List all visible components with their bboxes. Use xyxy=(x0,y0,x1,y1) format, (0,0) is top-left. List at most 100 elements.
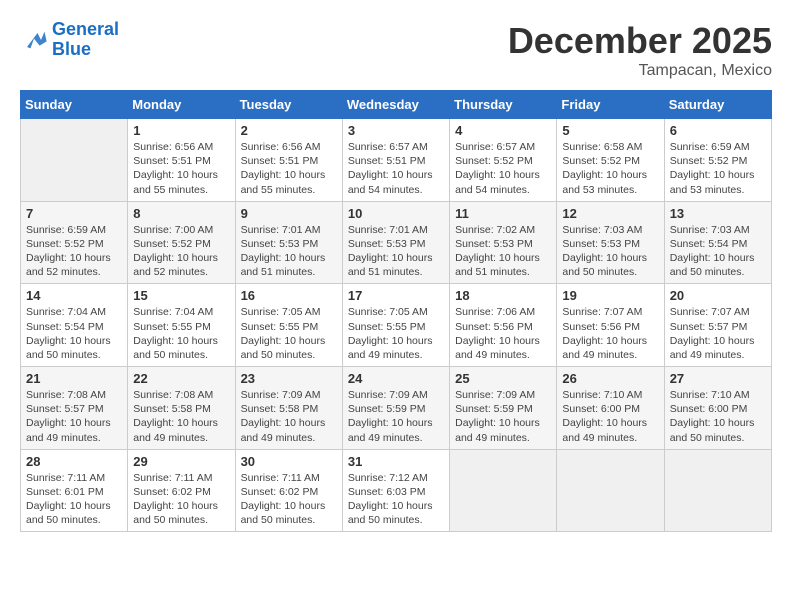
day-number: 8 xyxy=(133,206,229,221)
day-info: Sunrise: 7:05 AMSunset: 5:55 PMDaylight:… xyxy=(241,305,337,362)
day-number: 28 xyxy=(26,454,122,469)
day-number: 13 xyxy=(670,206,766,221)
day-number: 23 xyxy=(241,371,337,386)
logo-text: General Blue xyxy=(52,20,119,60)
day-number: 10 xyxy=(348,206,444,221)
day-info: Sunrise: 7:07 AMSunset: 5:57 PMDaylight:… xyxy=(670,305,766,362)
day-info: Sunrise: 7:12 AMSunset: 6:03 PMDaylight:… xyxy=(348,471,444,528)
day-info: Sunrise: 7:05 AMSunset: 5:55 PMDaylight:… xyxy=(348,305,444,362)
calendar-cell: 28 Sunrise: 7:11 AMSunset: 6:01 PMDayligh… xyxy=(21,449,128,532)
calendar-cell: 22Sunrise: 7:08 AMSunset: 5:58 PMDayligh… xyxy=(128,367,235,450)
day-number: 9 xyxy=(241,206,337,221)
day-info: Sunrise: 7:02 AMSunset: 5:53 PMDaylight:… xyxy=(455,223,551,280)
calendar-cell: 23 Sunrise: 7:09 AMSunset: 5:58 PMDayligh… xyxy=(235,367,342,450)
day-number: 11 xyxy=(455,206,551,221)
calendar-cell: 14Sunrise: 7:04 AMSunset: 5:54 PMDayligh… xyxy=(21,284,128,367)
calendar-cell: 25Sunrise: 7:09 AMSunset: 5:59 PMDayligh… xyxy=(450,367,557,450)
day-info: Sunrise: 6:56 AMSunset: 5:51 PMDaylight:… xyxy=(241,140,337,197)
calendar-cell: 7 Sunrise: 6:59 AMSunset: 5:52 PMDaylight… xyxy=(21,201,128,284)
calendar-week-row: 21 Sunrise: 7:08 AMSunset: 5:57 PMDayligh… xyxy=(21,367,772,450)
calendar-week-row: 28 Sunrise: 7:11 AMSunset: 6:01 PMDayligh… xyxy=(21,449,772,532)
day-number: 30 xyxy=(241,454,337,469)
day-number: 1 xyxy=(133,123,229,138)
header-friday: Friday xyxy=(557,91,664,119)
calendar-cell: 29Sunrise: 7:11 AMSunset: 6:02 PMDayligh… xyxy=(128,449,235,532)
day-number: 6 xyxy=(670,123,766,138)
calendar-cell: 3 Sunrise: 6:57 AMSunset: 5:51 PMDaylight… xyxy=(342,119,449,202)
page-header: General Blue December 2025 Tampacan, Mex… xyxy=(20,20,772,80)
day-info: Sunrise: 6:59 AMSunset: 5:52 PMDaylight:… xyxy=(26,223,122,280)
calendar-cell xyxy=(21,119,128,202)
day-info: Sunrise: 7:09 AMSunset: 5:58 PMDaylight:… xyxy=(241,388,337,445)
calendar-cell: 17 Sunrise: 7:05 AMSunset: 5:55 PMDayligh… xyxy=(342,284,449,367)
title-block: December 2025 Tampacan, Mexico xyxy=(508,20,772,80)
day-info: Sunrise: 7:08 AMSunset: 5:57 PMDaylight:… xyxy=(26,388,122,445)
day-info: Sunrise: 7:10 AMSunset: 6:00 PMDaylight:… xyxy=(670,388,766,445)
day-number: 25 xyxy=(455,371,551,386)
calendar-cell: 24Sunrise: 7:09 AMSunset: 5:59 PMDayligh… xyxy=(342,367,449,450)
day-info: Sunrise: 7:11 AMSunset: 6:02 PMDaylight:… xyxy=(241,471,337,528)
calendar-cell: 8 Sunrise: 7:00 AMSunset: 5:52 PMDaylight… xyxy=(128,201,235,284)
day-number: 16 xyxy=(241,288,337,303)
day-info: Sunrise: 6:56 AMSunset: 5:51 PMDaylight:… xyxy=(133,140,229,197)
day-number: 26 xyxy=(562,371,658,386)
day-info: Sunrise: 7:09 AMSunset: 5:59 PMDaylight:… xyxy=(348,388,444,445)
day-info: Sunrise: 7:01 AMSunset: 5:53 PMDaylight:… xyxy=(241,223,337,280)
day-info: Sunrise: 6:57 AMSunset: 5:52 PMDaylight:… xyxy=(455,140,551,197)
day-number: 12 xyxy=(562,206,658,221)
calendar-cell: 15 Sunrise: 7:04 AMSunset: 5:55 PMDayligh… xyxy=(128,284,235,367)
day-number: 31 xyxy=(348,454,444,469)
day-info: Sunrise: 7:11 AMSunset: 6:01 PMDaylight:… xyxy=(26,471,122,528)
day-number: 22 xyxy=(133,371,229,386)
calendar-cell: 12 Sunrise: 7:03 AMSunset: 5:53 PMDayligh… xyxy=(557,201,664,284)
calendar-week-row: 14Sunrise: 7:04 AMSunset: 5:54 PMDayligh… xyxy=(21,284,772,367)
day-info: Sunrise: 7:11 AMSunset: 6:02 PMDaylight:… xyxy=(133,471,229,528)
day-number: 5 xyxy=(562,123,658,138)
day-info: Sunrise: 7:04 AMSunset: 5:55 PMDaylight:… xyxy=(133,305,229,362)
calendar-cell: 11 Sunrise: 7:02 AMSunset: 5:53 PMDayligh… xyxy=(450,201,557,284)
calendar-cell: 5Sunrise: 6:58 AMSunset: 5:52 PMDaylight… xyxy=(557,119,664,202)
calendar-cell: 21 Sunrise: 7:08 AMSunset: 5:57 PMDayligh… xyxy=(21,367,128,450)
day-info: Sunrise: 6:57 AMSunset: 5:51 PMDaylight:… xyxy=(348,140,444,197)
calendar-cell: 31 Sunrise: 7:12 AMSunset: 6:03 PMDayligh… xyxy=(342,449,449,532)
calendar-cell: 4 Sunrise: 6:57 AMSunset: 5:52 PMDaylight… xyxy=(450,119,557,202)
day-number: 19 xyxy=(562,288,658,303)
day-number: 4 xyxy=(455,123,551,138)
calendar-cell: 6 Sunrise: 6:59 AMSunset: 5:52 PMDaylight… xyxy=(664,119,771,202)
calendar-cell: 1 Sunrise: 6:56 AMSunset: 5:51 PMDaylight… xyxy=(128,119,235,202)
day-info: Sunrise: 7:04 AMSunset: 5:54 PMDaylight:… xyxy=(26,305,122,362)
day-number: 21 xyxy=(26,371,122,386)
header-tuesday: Tuesday xyxy=(235,91,342,119)
day-number: 20 xyxy=(670,288,766,303)
day-number: 17 xyxy=(348,288,444,303)
day-info: Sunrise: 7:03 AMSunset: 5:53 PMDaylight:… xyxy=(562,223,658,280)
day-info: Sunrise: 7:10 AMSunset: 6:00 PMDaylight:… xyxy=(562,388,658,445)
calendar-cell: 19Sunrise: 7:07 AMSunset: 5:56 PMDayligh… xyxy=(557,284,664,367)
calendar-cell: 16 Sunrise: 7:05 AMSunset: 5:55 PMDayligh… xyxy=(235,284,342,367)
calendar-cell: 18Sunrise: 7:06 AMSunset: 5:56 PMDayligh… xyxy=(450,284,557,367)
day-number: 2 xyxy=(241,123,337,138)
calendar-cell: 13Sunrise: 7:03 AMSunset: 5:54 PMDayligh… xyxy=(664,201,771,284)
calendar-table: SundayMondayTuesdayWednesdayThursdayFrid… xyxy=(20,90,772,532)
month-title: December 2025 xyxy=(508,20,772,62)
calendar-cell: 30 Sunrise: 7:11 AMSunset: 6:02 PMDayligh… xyxy=(235,449,342,532)
calendar-cell: 20 Sunrise: 7:07 AMSunset: 5:57 PMDayligh… xyxy=(664,284,771,367)
day-info: Sunrise: 7:01 AMSunset: 5:53 PMDaylight:… xyxy=(348,223,444,280)
calendar-cell xyxy=(664,449,771,532)
day-number: 7 xyxy=(26,206,122,221)
calendar-cell: 9 Sunrise: 7:01 AMSunset: 5:53 PMDaylight… xyxy=(235,201,342,284)
calendar-cell: 10 Sunrise: 7:01 AMSunset: 5:53 PMDayligh… xyxy=(342,201,449,284)
day-number: 15 xyxy=(133,288,229,303)
header-saturday: Saturday xyxy=(664,91,771,119)
header-wednesday: Wednesday xyxy=(342,91,449,119)
location: Tampacan, Mexico xyxy=(508,62,772,80)
day-info: Sunrise: 7:06 AMSunset: 5:56 PMDaylight:… xyxy=(455,305,551,362)
calendar-cell: 26 Sunrise: 7:10 AMSunset: 6:00 PMDayligh… xyxy=(557,367,664,450)
day-number: 27 xyxy=(670,371,766,386)
day-info: Sunrise: 7:00 AMSunset: 5:52 PMDaylight:… xyxy=(133,223,229,280)
day-info: Sunrise: 6:59 AMSunset: 5:52 PMDaylight:… xyxy=(670,140,766,197)
calendar-cell xyxy=(557,449,664,532)
logo: General Blue xyxy=(20,20,119,60)
day-number: 3 xyxy=(348,123,444,138)
header-monday: Monday xyxy=(128,91,235,119)
